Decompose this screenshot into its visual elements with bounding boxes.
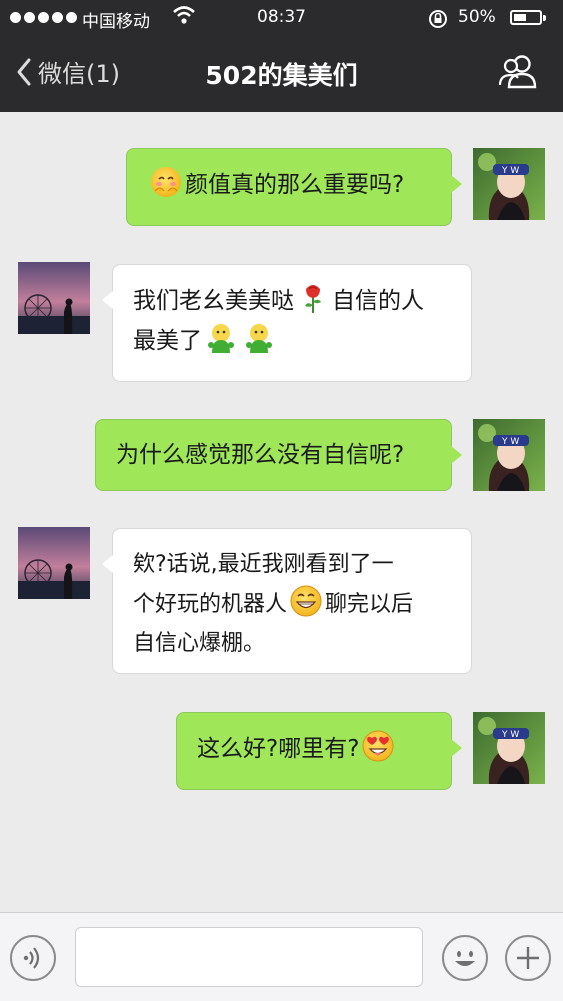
- sender-avatar[interactable]: [18, 527, 90, 599]
- more-button[interactable]: [505, 935, 551, 981]
- message-text: 自信心爆棚。: [133, 631, 266, 656]
- shy-face-emoji-icon: [151, 167, 181, 197]
- message-bubble-incoming[interactable]: 欸?话说,最近我刚看到了一 个好玩的机器人 聊完以后 自信心爆棚。: [102, 528, 472, 674]
- svg-text:Y W: Y W: [501, 166, 519, 176]
- chat-title: 502的集美们: [205, 61, 358, 90]
- battery-tip: [543, 15, 546, 21]
- rose-emoji-icon: [305, 285, 321, 313]
- my-avatar[interactable]: Y W: [473, 712, 545, 784]
- my-avatar[interactable]: Y W: [473, 148, 545, 220]
- message-text: 聊完以后: [325, 592, 414, 617]
- top-bar: 中国移动 08:37 50% 微信(1) 502的集美们: [0, 0, 563, 112]
- my-avatar[interactable]: Y W: [473, 419, 545, 491]
- message-text: 自信的人: [332, 288, 424, 314]
- message-text: 欸?话说,最近我刚看到了一: [133, 552, 394, 577]
- message-line: 欸?话说,最近我刚看到了一: [133, 545, 451, 584]
- grin-emoji-icon: [290, 585, 322, 617]
- message-bubble-incoming[interactable]: 我们老幺美美哒 自信的人 最美了: [102, 264, 472, 382]
- emoji-button[interactable]: [442, 935, 488, 981]
- doll-emoji-icon: [246, 324, 272, 353]
- message-text: 个好玩的机器人: [133, 592, 288, 617]
- message-line: 我们老幺美美哒 自信的人: [133, 281, 451, 321]
- heart-eyes-emoji-icon: [362, 730, 394, 762]
- message-bubble-outgoing[interactable]: 这么好?哪里有?: [176, 712, 462, 790]
- battery-icon: [510, 10, 542, 25]
- message-text: 为什么感觉那么没有自信呢?: [116, 442, 405, 468]
- message-bubble-outgoing[interactable]: 为什么感觉那么没有自信呢?: [95, 419, 462, 491]
- voice-icon: [23, 947, 40, 969]
- message-line: 最美了: [133, 321, 451, 361]
- plus-icon: [517, 947, 539, 969]
- group-members-icon[interactable]: [497, 54, 539, 94]
- message-line: 自信心爆棚。: [133, 624, 451, 663]
- doll-emoji-icon: [208, 324, 234, 353]
- svg-text:Y W: Y W: [501, 437, 519, 447]
- rotation-lock-icon: [428, 9, 448, 34]
- message-text: 颜值真的那么重要吗?: [185, 172, 405, 198]
- navigation-bar: 微信(1) 502的集美们: [0, 36, 563, 112]
- sender-avatar[interactable]: [18, 262, 90, 334]
- svg-text:Y W: Y W: [501, 730, 519, 740]
- emoji-icon: [455, 951, 475, 966]
- input-bar: [0, 912, 563, 1001]
- message-text: 我们老幺美美哒: [133, 288, 294, 314]
- message-text: 最美了: [133, 328, 202, 354]
- message-input[interactable]: [75, 927, 423, 987]
- battery-percent: 50%: [458, 7, 496, 27]
- message-text: 这么好?哪里有?: [197, 736, 360, 762]
- status-bar: 中国移动 08:37 50%: [0, 0, 563, 36]
- message-bubble-outgoing[interactable]: 颜值真的那么重要吗?: [126, 148, 462, 226]
- message-line: 个好玩的机器人 聊完以后: [133, 584, 451, 624]
- voice-button[interactable]: [10, 935, 56, 981]
